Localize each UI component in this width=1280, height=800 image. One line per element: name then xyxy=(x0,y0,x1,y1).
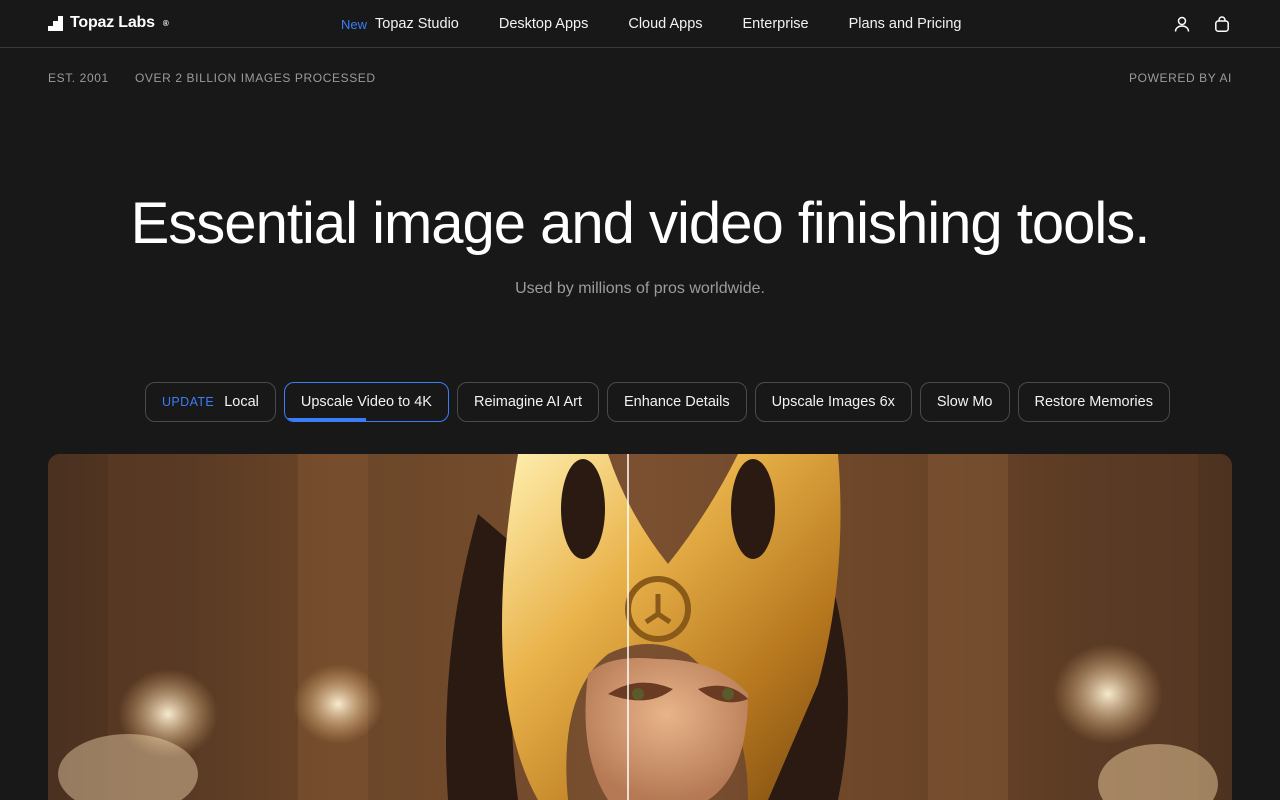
nav-enterprise[interactable]: Enterprise xyxy=(743,16,809,32)
tab-label: Slow Mo xyxy=(936,394,993,410)
tab-enhance-details[interactable]: Enhance Details xyxy=(606,382,747,422)
nav-label: Topaz Studio xyxy=(375,16,459,32)
tab-progress-bar xyxy=(284,418,367,421)
established-year: EST. 2001 xyxy=(48,71,109,85)
new-badge: New xyxy=(341,16,368,32)
update-badge: UPDATE xyxy=(162,395,215,409)
nav-cloud-apps[interactable]: Cloud Apps xyxy=(628,16,702,32)
logo-mark-icon xyxy=(48,15,63,31)
nav-label: Desktop Apps xyxy=(498,16,589,32)
tab-label: Upscale Images 6x xyxy=(771,394,895,410)
nav-label: Plans and Pricing xyxy=(848,16,962,32)
tab-label: Restore Memories xyxy=(1034,394,1153,410)
top-navigation: Topaz Labs ® New Topaz Studio Desktop App… xyxy=(0,0,1280,48)
hero-title: Essential image and video finishing tool… xyxy=(130,191,1151,256)
feature-tabs: UPDATE Local Upscale Video to 4K Reimagi… xyxy=(145,382,1170,422)
tab-restore-memories[interactable]: Restore Memories xyxy=(1017,382,1170,422)
tab-upscale-video-to-4k[interactable]: Upscale Video to 4K xyxy=(283,382,449,422)
topaz-labs-logo[interactable]: Topaz Labs ® xyxy=(48,14,169,32)
tab-reimagine-ai-art[interactable]: Reimagine AI Art xyxy=(456,382,599,422)
nav-desktop-apps[interactable]: Desktop Apps xyxy=(499,16,588,32)
nav-topaz-studio[interactable]: New Topaz Studio xyxy=(341,16,459,32)
user-icon[interactable] xyxy=(1172,14,1192,34)
stats-bar: EST. 2001 OVER 2 BILLION IMAGES PROCESSE… xyxy=(48,71,1232,87)
tab-label: Reimagine AI Art xyxy=(473,394,582,410)
images-processed: OVER 2 BILLION IMAGES PROCESSED xyxy=(135,71,376,85)
brand-name: Topaz Labs xyxy=(70,14,155,31)
main-menu: New Topaz Studio Desktop Apps Cloud Apps… xyxy=(341,0,1001,48)
powered-by-ai: POWERED BY AI xyxy=(1129,71,1232,85)
brand-registered-mark: ® xyxy=(162,18,169,28)
nav-plans-and-pricing[interactable]: Plans and Pricing xyxy=(849,16,962,32)
before-after-showcase[interactable] xyxy=(48,454,1232,800)
tab-local[interactable]: UPDATE Local xyxy=(145,382,276,422)
tab-label: Upscale Video to 4K xyxy=(300,394,432,410)
nav-actions xyxy=(1172,14,1232,34)
tab-upscale-images-6x[interactable]: Upscale Images 6x xyxy=(754,382,912,422)
showcase-image xyxy=(48,454,1232,800)
shopping-bag-icon[interactable] xyxy=(1212,14,1232,34)
tab-label: Local xyxy=(224,394,259,410)
tab-slow-mo[interactable]: Slow Mo xyxy=(919,382,1010,422)
comparison-divider[interactable] xyxy=(627,454,629,800)
nav-label: Cloud Apps xyxy=(628,16,703,32)
tab-label: Enhance Details xyxy=(623,394,730,410)
hero-subtitle: Used by millions of pros worldwide. xyxy=(515,280,765,297)
nav-label: Enterprise xyxy=(742,16,809,32)
